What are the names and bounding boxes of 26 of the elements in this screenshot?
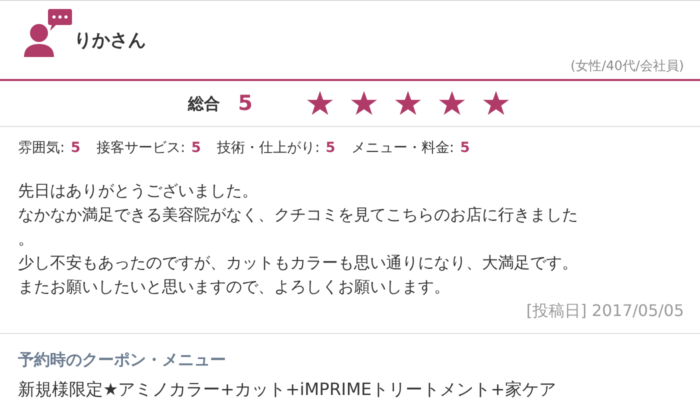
comment-line: 先日はありがとうございました。 — [18, 180, 259, 202]
coupon-text: 新規様限定★アミノカラー+カット+iMPRIMEトリートメント+家ケア — [18, 379, 557, 402]
overall-label: 総合 — [188, 92, 220, 114]
star-icon — [394, 91, 421, 116]
comment-line: 少し不安もあったのですが、カットもカラーも思い通りになり、大満足です。 — [18, 252, 579, 274]
coupon-heading: 予約時のクーポン・メニュー — [18, 349, 227, 371]
star-icon — [350, 91, 377, 116]
star-icon — [482, 91, 509, 116]
rating-score: 5 — [70, 139, 80, 158]
rating-label: メニュー・料金: — [351, 139, 454, 158]
rating-label: 技術・仕上がり: — [216, 139, 320, 158]
star-icon — [306, 91, 333, 116]
user-comment-icon — [22, 9, 72, 57]
star-icon — [438, 91, 465, 116]
rating-label: 雰囲気: — [18, 139, 65, 158]
reviewer-name: りかさん — [74, 32, 146, 50]
rating-score: 5 — [460, 139, 470, 158]
reviewer-profile: (女性/40代/会社員) — [570, 60, 684, 76]
rating-score: 5 — [191, 139, 201, 158]
comment-line: またお願いしたいと思いますので、よろしくお願いします。 — [18, 276, 451, 298]
rating-label: 接客サービス: — [96, 139, 186, 158]
rating-score: 5 — [326, 139, 336, 158]
comment-line: 。 — [18, 228, 35, 250]
comment-line: なかなか満足できる美容院がなく、クチコミを見てこちらのお店に行きました — [18, 204, 579, 226]
overall-score: 5 — [238, 90, 253, 117]
post-date: [投稿日] 2017/05/05 — [526, 300, 684, 322]
